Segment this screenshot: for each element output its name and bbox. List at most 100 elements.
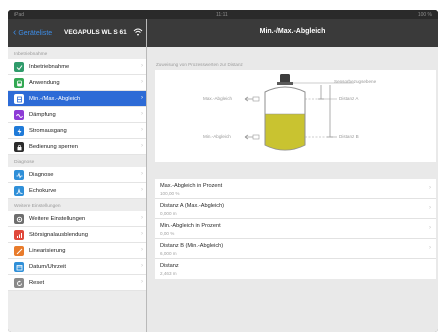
- detail-pane: Min.-/Max.-Abgleich Zuweisung von Prozes…: [147, 19, 438, 332]
- chevron-right-icon: ›: [141, 279, 143, 285]
- chevron-right-icon: ›: [141, 247, 143, 253]
- page-title: Min.-/Max.-Abgleich: [259, 28, 326, 35]
- adjustment-diagram: Max.-Abgleich Min.-Abgleich Sensorbezugs…: [155, 70, 436, 162]
- settings-icon: [14, 214, 24, 224]
- list-item[interactable]: Min.-Abgleich in Prozent 0,00 % ›: [155, 219, 436, 239]
- back-button-label: Geräteliste: [18, 29, 53, 37]
- sidebar-item-label: Bedienung sperren: [29, 144, 78, 150]
- list-item[interactable]: Distanz A (Max.-Abgleich) 0,000 m ›: [155, 199, 436, 219]
- parameter-list: Max.-Abgleich in Prozent 100,00 % › Dist…: [155, 179, 436, 279]
- row-title: Distanz A (Max.-Abgleich): [160, 203, 225, 209]
- list-item[interactable]: Distanz B (Min.-Abgleich) 6,000 m ›: [155, 239, 436, 259]
- sidebar-item-linearisierung[interactable]: Linearisierung ›: [8, 243, 146, 259]
- detail-nav-bar: Min.-/Max.-Abgleich: [147, 19, 438, 47]
- row-title: Max.-Abgleich in Prozent: [160, 183, 223, 189]
- sidebar-item-diagnose[interactable]: Diagnose ›: [8, 167, 146, 183]
- label-min-adjustment: Min.-Abgleich: [203, 134, 231, 139]
- chevron-right-icon: ›: [141, 79, 143, 85]
- sidebar-item-inbetriebnahme[interactable]: Inbetriebnahme ›: [8, 59, 146, 75]
- chevron-right-icon: ›: [141, 215, 143, 221]
- wave-icon: [14, 110, 24, 120]
- sidebar-item-label: Echokurve: [29, 188, 57, 194]
- label-distance-b: Distanz B: [339, 134, 359, 139]
- sidebar-item-label: Anwendung: [29, 80, 60, 86]
- sidebar-item-bedienung-sperren[interactable]: Bedienung sperren ›: [8, 139, 146, 155]
- level-icon: [14, 94, 24, 104]
- list-item[interactable]: Max.-Abgleich in Prozent 100,00 % ›: [155, 179, 436, 199]
- tank-icon: [14, 78, 24, 88]
- label-distance-a: Distanz A: [339, 96, 359, 101]
- chevron-right-icon: ›: [141, 187, 143, 193]
- row-value: 100,00 %: [160, 191, 180, 196]
- linear-icon: [14, 246, 24, 256]
- sidebar-item-label: Datum/Uhrzeit: [29, 264, 67, 270]
- row-title: Min.-Abgleich in Prozent: [160, 223, 221, 229]
- chevron-right-icon: ›: [141, 231, 143, 237]
- section-header-diagnosis: Diagnose: [8, 155, 146, 167]
- status-battery: 100 %: [417, 12, 432, 18]
- row-value: 0,000 m: [160, 211, 177, 216]
- sidebar-item-echokurve[interactable]: Echokurve ›: [8, 183, 146, 199]
- diagram-caption: Zuweisung von Prozesswerten zur Distanz: [156, 62, 243, 67]
- sidebar-item-datum-uhrzeit[interactable]: Datum/Uhrzeit ›: [8, 259, 146, 275]
- diagnosis-icon: [14, 170, 24, 180]
- sidebar-item-stromausgang[interactable]: Stromausgang ›: [8, 123, 146, 139]
- tank-diagram: [244, 74, 354, 151]
- sidebar-item-label: Weitere Einstellungen: [29, 216, 86, 222]
- chevron-right-icon: ›: [429, 245, 431, 251]
- chevron-left-icon: ‹: [13, 27, 17, 38]
- sidebar-item-anwendung[interactable]: Anwendung ›: [8, 75, 146, 91]
- sidebar-item-dämpfung[interactable]: Dämpfung ›: [8, 107, 146, 123]
- tank-fill: [265, 114, 305, 150]
- chevron-right-icon: ›: [429, 225, 431, 231]
- chevron-right-icon: ›: [141, 171, 143, 177]
- chevron-right-icon: ›: [141, 63, 143, 69]
- list-item: Distanz 2,463 m: [155, 259, 436, 279]
- section-header-more-settings: Weitere Einstellungen: [8, 199, 146, 211]
- calendar-icon: [14, 262, 24, 272]
- sidebar-item-label: Reset: [29, 280, 45, 286]
- sidebar-item-label: Min.-/Max.-Abgleich: [29, 96, 81, 102]
- row-value: 6,000 m: [160, 251, 177, 256]
- sidebar-item-label: Stromausgang: [29, 128, 67, 134]
- sidebar-item-weitere-einstellungen[interactable]: Weitere Einstellungen ›: [8, 211, 146, 227]
- sidebar-nav-bar: ‹ Geräteliste VEGAPULS WL S 61: [8, 19, 146, 47]
- sidebar-item-reset[interactable]: Reset ›: [8, 275, 146, 291]
- row-value: 2,463 m: [160, 271, 177, 276]
- lock-icon: [14, 142, 24, 152]
- chevron-right-icon: ›: [141, 143, 143, 149]
- sensor-head-icon: [280, 74, 290, 83]
- sidebar-item-störsignalausblendung[interactable]: Störsignalausblendung ›: [8, 227, 146, 243]
- sidebar-menu: Inbetriebnahme Inbetriebnahme › Anwendung ›…: [8, 47, 146, 291]
- chevron-right-icon: ›: [141, 95, 143, 101]
- sidebar: ‹ Geräteliste VEGAPULS WL S 61 Inbetrieb…: [8, 19, 147, 332]
- label-sensor-reference: Sensorbezugsebene: [334, 79, 377, 84]
- signal-icon: [14, 230, 24, 240]
- arrow-min-icon: [244, 134, 260, 140]
- echo-curve-icon: [14, 186, 24, 196]
- chevron-right-icon: ›: [429, 205, 431, 211]
- sidebar-item-min-max-abgleich[interactable]: Min.-/Max.-Abgleich ›: [8, 91, 146, 107]
- chevron-right-icon: ›: [141, 127, 143, 133]
- sidebar-item-label: Inbetriebnahme: [29, 64, 70, 70]
- chevron-right-icon: ›: [141, 263, 143, 269]
- label-max-adjustment: Max.-Abgleich: [203, 96, 233, 101]
- reset-icon: [14, 278, 24, 288]
- status-time: 11:11: [216, 12, 228, 18]
- status-carrier: iPad: [14, 12, 25, 18]
- row-title: Distanz B (Min.-Abgleich): [160, 243, 224, 249]
- back-button[interactable]: ‹ Geräteliste: [13, 28, 52, 38]
- bluetooth-icon: [133, 28, 143, 36]
- current-icon: [14, 126, 24, 136]
- sidebar-item-label: Dämpfung: [29, 112, 56, 118]
- chevron-right-icon: ›: [429, 185, 431, 191]
- section-header-setup: Inbetriebnahme: [8, 47, 146, 59]
- arrow-max-icon: [244, 96, 260, 102]
- sidebar-item-label: Diagnose: [29, 172, 54, 178]
- row-title: Distanz: [160, 263, 179, 269]
- sidebar-item-label: Störsignalausblendung: [29, 232, 88, 238]
- row-value: 0,00 %: [160, 231, 175, 236]
- device-frame: iPad 11:11 100 % ‹ Geräteliste VEGAPULS …: [8, 10, 438, 332]
- chevron-right-icon: ›: [141, 111, 143, 117]
- status-bar: iPad 11:11 100 %: [8, 10, 438, 19]
